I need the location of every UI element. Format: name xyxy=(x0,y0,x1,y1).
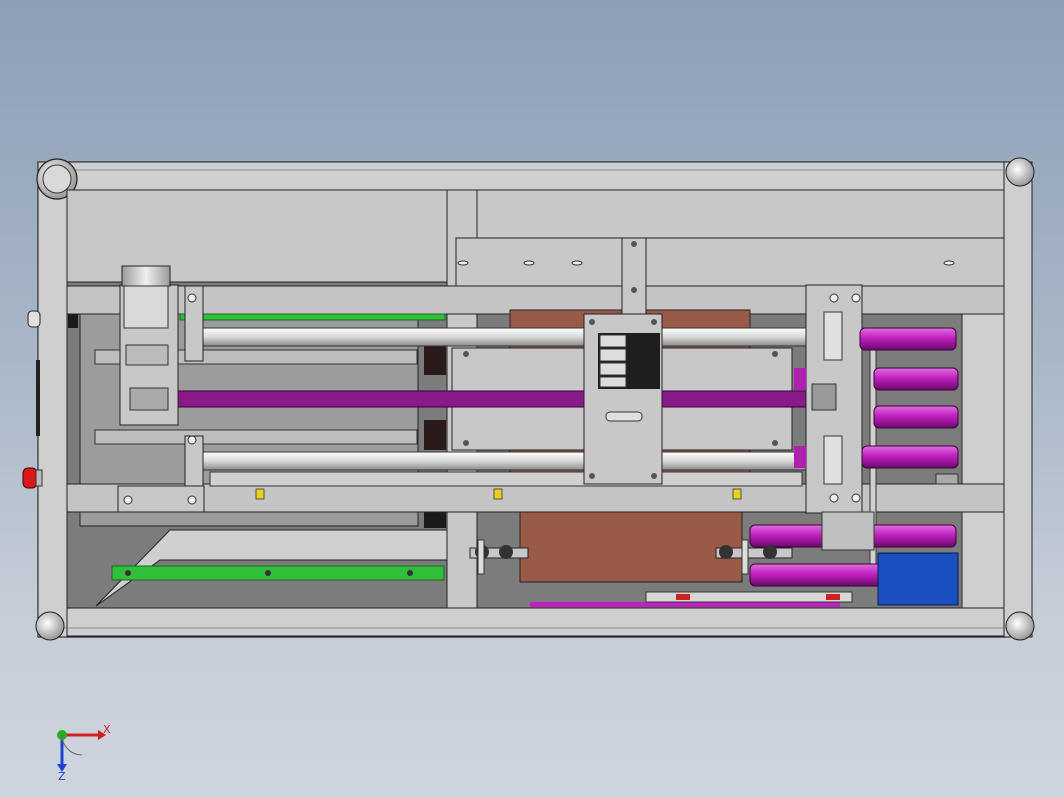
machine-top-view[interactable]: X Z xyxy=(0,0,1064,798)
triad-x-label: X xyxy=(103,723,111,736)
timing-belt[interactable] xyxy=(127,390,835,408)
triad-z-label: Z xyxy=(58,770,66,783)
cad-viewport[interactable]: X Z xyxy=(0,0,1064,798)
orientation-triad: X Z xyxy=(57,723,111,783)
